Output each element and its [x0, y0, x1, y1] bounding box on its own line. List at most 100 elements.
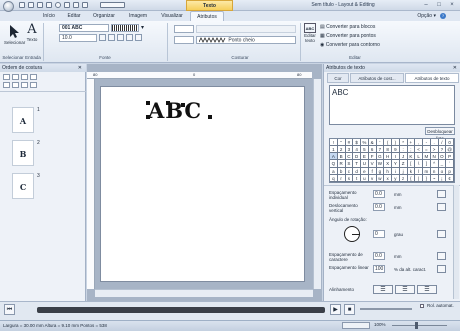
- charmap-cell[interactable]: B: [337, 153, 346, 161]
- charmap-cell[interactable]: P: [446, 153, 454, 161]
- move-down-icon[interactable]: [30, 74, 37, 80]
- panel-scrollbar[interactable]: [453, 185, 459, 299]
- tab-text-attributes[interactable]: Atributos de texto: [405, 73, 459, 83]
- tab-editar[interactable]: Editar: [63, 11, 85, 21]
- charmap-cell[interactable]: q: [330, 174, 338, 182]
- charmap-cell[interactable]: #: [345, 139, 354, 147]
- charmap-cell[interactable]: <: [415, 146, 423, 154]
- close-button[interactable]: ×: [446, 1, 458, 9]
- embroidery-text-object[interactable]: ABC: [148, 98, 202, 123]
- redo-icon[interactable]: [64, 2, 70, 8]
- charmap-cell[interactable]: /: [438, 139, 447, 147]
- print-icon[interactable]: [46, 2, 52, 8]
- charmap-cell[interactable]: 8: [384, 146, 392, 154]
- charmap-cell[interactable]: o: [438, 167, 447, 175]
- stitch-progress-track[interactable]: [37, 307, 325, 313]
- reset-rotation-icon[interactable]: [437, 230, 446, 238]
- charmap-cell[interactable]: |: [415, 174, 423, 182]
- font-preview-swatch[interactable]: [111, 24, 139, 32]
- charmap-cell[interactable]: [: [407, 160, 416, 168]
- charmap-cell[interactable]: h: [384, 167, 392, 175]
- charmap-cell[interactable]: K: [407, 153, 416, 161]
- line-stitch-combo[interactable]: [196, 25, 296, 33]
- font-name-combo[interactable]: 001 ABC: [59, 24, 109, 32]
- convert-contour-button[interactable]: ◉ Converter para contorno: [320, 41, 380, 49]
- charmap-cell[interactable]: 7: [376, 146, 385, 154]
- charmap-cell[interactable]: p: [446, 167, 454, 175]
- arrange-icon[interactable]: [126, 34, 133, 41]
- align-center-button[interactable]: ☰: [395, 285, 415, 294]
- character-map[interactable]: ! " # $% & '() * +, -./0 1 2 3 4 5 6 7 8 9:; < = >? @ A B C D E F G H…: [329, 138, 455, 183]
- charmap-cell[interactable]: `: [446, 160, 454, 168]
- region-stitch-selector[interactable]: [174, 36, 194, 44]
- charmap-cell[interactable]: 6: [368, 146, 377, 154]
- quick-access-dropdown[interactable]: [100, 2, 125, 8]
- charmap-cell[interactable]: Y: [392, 160, 400, 168]
- tab-cor[interactable]: Cor: [327, 73, 349, 83]
- charmap-cell[interactable]: v: [368, 174, 377, 182]
- charmap-cell[interactable]: g: [376, 167, 385, 175]
- charmap-cell[interactable]: y: [392, 174, 400, 182]
- vertical-offset-input[interactable]: 0.0: [373, 203, 385, 211]
- line-stitch-selector[interactable]: [174, 25, 194, 33]
- charmap-cell[interactable]: w: [376, 174, 385, 182]
- selection-handle[interactable]: [181, 103, 185, 107]
- tab-organizar[interactable]: Organizar: [88, 11, 120, 21]
- reset-offset-icon[interactable]: [437, 203, 446, 211]
- charmap-cell[interactable]: I: [392, 153, 400, 161]
- new-icon[interactable]: [19, 2, 25, 8]
- charmap-cell[interactable]: M: [423, 153, 431, 161]
- charmap-cell[interactable]: (: [384, 139, 392, 147]
- panel-close-icon[interactable]: ✕: [78, 64, 82, 72]
- charmap-cell[interactable]: U: [361, 160, 369, 168]
- charmap-cell[interactable]: :: [399, 146, 408, 154]
- play-button[interactable]: ▶: [330, 304, 341, 315]
- shape-icon[interactable]: [135, 34, 142, 41]
- options-menu[interactable]: Opção ▾: [417, 11, 436, 21]
- ungroup-icon[interactable]: [12, 82, 19, 88]
- reset-char-spacing-icon[interactable]: [437, 252, 446, 260]
- align-left-button[interactable]: ☰: [373, 285, 393, 294]
- charmap-cell[interactable]: k: [407, 167, 416, 175]
- settings-icon[interactable]: [82, 2, 88, 8]
- select-button[interactable]: Selecionar: [4, 24, 25, 48]
- charmap-cell[interactable]: s: [345, 174, 354, 182]
- rotation-input[interactable]: 0: [373, 230, 385, 238]
- char-spacing-individual-input[interactable]: 0.0: [373, 190, 385, 198]
- vertical-scrollbar[interactable]: [313, 79, 321, 289]
- minimize-button[interactable]: –: [420, 1, 432, 9]
- charmap-cell[interactable]: V: [368, 160, 377, 168]
- sort-icon[interactable]: [3, 74, 10, 80]
- sequence-item-3[interactable]: C: [12, 173, 34, 199]
- charmap-cell[interactable]: ^: [430, 160, 439, 168]
- stop-button[interactable]: ■: [344, 304, 355, 315]
- charmap-cell[interactable]: &: [368, 139, 377, 147]
- group-icon[interactable]: [3, 82, 10, 88]
- convert-blocks-button[interactable]: ▤ Converter para blocos: [320, 23, 375, 31]
- charmap-cell[interactable]: t: [353, 174, 361, 182]
- preview-icon[interactable]: [73, 2, 79, 8]
- charmap-cell[interactable]: *: [399, 139, 408, 147]
- charmap-cell[interactable]: @: [446, 146, 454, 154]
- charmap-cell[interactable]: r: [337, 174, 346, 182]
- charmap-cell[interactable]: Z: [399, 160, 408, 168]
- charmap-cell[interactable]: X: [384, 160, 392, 168]
- convert-points-button[interactable]: ▦ Converter para pontos: [320, 32, 376, 40]
- charmap-cell[interactable]: N: [430, 153, 439, 161]
- selection-handle[interactable]: [208, 115, 212, 119]
- charmap-cell[interactable]: E: [361, 153, 369, 161]
- charmap-cell[interactable]: _: [438, 160, 447, 168]
- charmap-cell[interactable]: i: [392, 167, 400, 175]
- charmap-cell[interactable]: ,: [415, 139, 423, 147]
- help-icon[interactable]: ?: [440, 13, 446, 19]
- charmap-cell[interactable]: e: [361, 167, 369, 175]
- sequence-item-2[interactable]: B: [12, 140, 34, 166]
- charmap-cell[interactable]: ¢: [446, 174, 454, 182]
- font-dropdown-icon[interactable]: ▾: [141, 24, 144, 31]
- application-menu-button[interactable]: [3, 1, 14, 12]
- pointer-icon[interactable]: [30, 82, 37, 88]
- charmap-cell[interactable]: n: [430, 167, 439, 175]
- charmap-cell[interactable]: b: [337, 167, 346, 175]
- rewind-button[interactable]: ⏮: [4, 304, 15, 315]
- charmap-cell[interactable]: f: [368, 167, 377, 175]
